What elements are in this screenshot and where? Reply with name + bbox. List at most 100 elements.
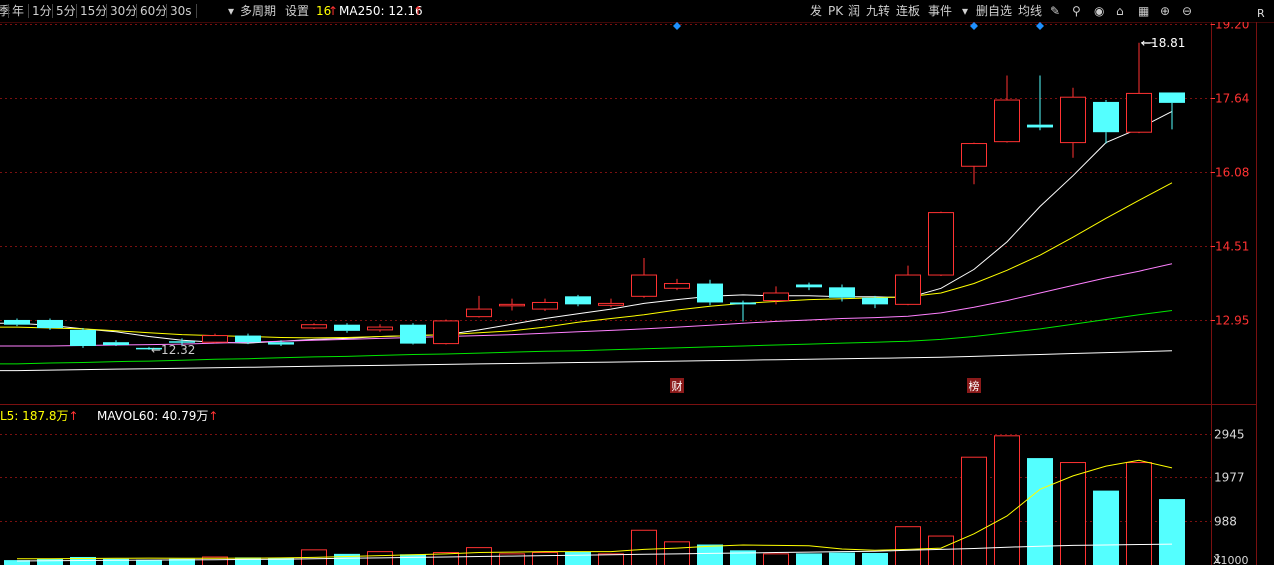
volume-bar-26[interactable]: [862, 552, 888, 565]
candle-20[interactable]: [664, 278, 690, 291]
multi-period-button[interactable]: 多周期: [240, 3, 276, 19]
volume-bar-25[interactable]: [829, 552, 855, 565]
remove-watchlist-button[interactable]: 删自选: [976, 3, 1012, 19]
volume-bar-16[interactable]: [532, 552, 558, 565]
volume-bars[interactable]: [4, 435, 1185, 565]
volume-bar-24[interactable]: [796, 553, 822, 565]
price-tick-label: 17.64: [1215, 92, 1249, 106]
ma10-line: [0, 182, 1173, 339]
period-tab-7[interactable]: 30s: [170, 3, 192, 19]
candle-body: [1126, 92, 1152, 133]
candle-body: [202, 335, 228, 343]
mavol60-value: MAVOL60: 40.79万: [97, 409, 209, 423]
volume-tick-label: 988: [1214, 515, 1237, 529]
volume-bar-18[interactable]: [598, 553, 624, 565]
multi-period-dropdown-icon[interactable]: ▾: [228, 3, 234, 19]
event-tag-label: 榜: [969, 379, 980, 393]
right-tool-2[interactable]: 润: [848, 3, 860, 19]
candle-19[interactable]: [631, 258, 657, 298]
lock-icon[interactable]: ⌂: [1116, 3, 1124, 19]
volume-bar-19[interactable]: [631, 529, 657, 565]
candle-29[interactable]: [961, 142, 987, 185]
candle-body: [1093, 101, 1119, 133]
volume-bar-21[interactable]: [697, 544, 723, 565]
zoom-in-icon[interactable]: ⊕: [1160, 3, 1170, 19]
price-tick-label: 16.08: [1215, 166, 1249, 180]
volume-bar-12[interactable]: [400, 554, 426, 565]
volume-bar-31[interactable]: [1027, 458, 1053, 565]
eye-icon[interactable]: ◉: [1094, 3, 1104, 19]
candle-body: [103, 342, 129, 346]
right-tool-0[interactable]: 发: [810, 3, 822, 19]
volume-bar-35[interactable]: [1159, 499, 1185, 565]
candle-10[interactable]: [334, 323, 360, 333]
mavol5-value: L5: 187.8万: [0, 409, 69, 423]
period-tab-6[interactable]: 60分: [140, 3, 167, 19]
candle-35[interactable]: [1159, 92, 1185, 130]
candle-12[interactable]: [400, 323, 426, 345]
candle-16[interactable]: [532, 298, 558, 311]
candle-30[interactable]: [994, 75, 1020, 143]
candle-32[interactable]: [1060, 87, 1086, 158]
period-tab-4[interactable]: 15分: [80, 3, 107, 19]
price-tick-label: 14.51: [1215, 240, 1249, 254]
volume-bar-17[interactable]: [565, 551, 591, 565]
right-tool-5[interactable]: 事件: [928, 3, 952, 19]
candle-15[interactable]: [499, 298, 525, 311]
candle-0[interactable]: [4, 318, 30, 327]
volume-bar-33[interactable]: [1093, 490, 1119, 565]
period-tab-3[interactable]: 5分: [56, 3, 76, 19]
event-marker-icon[interactable]: [1036, 22, 1044, 30]
right-tool-1[interactable]: PK: [828, 3, 843, 19]
candle-33[interactable]: [1093, 100, 1119, 144]
layout-icon[interactable]: ▦: [1138, 3, 1149, 19]
right-tool-3[interactable]: 九转: [866, 3, 890, 19]
ma-settings-button[interactable]: 均线: [1018, 3, 1042, 19]
volume-bar-10[interactable]: [334, 553, 360, 565]
candle-31[interactable]: [1027, 75, 1053, 131]
event-dropdown-icon[interactable]: ▾: [962, 3, 968, 19]
stock-chart[interactable]: 19.2017.6416.0814.5112.95294519779881X10…: [0, 0, 1274, 565]
candle-body: [796, 284, 822, 288]
toolbar-separator: [8, 4, 9, 18]
candle-27[interactable]: [895, 265, 921, 306]
candle-6[interactable]: [202, 333, 228, 344]
candle-11[interactable]: [367, 324, 393, 332]
volume-bar-28[interactable]: [928, 535, 954, 565]
draw-icon[interactable]: ✎: [1050, 3, 1060, 19]
volume-bar-32[interactable]: [1060, 462, 1086, 565]
candle-body: [565, 296, 591, 305]
volume-bar-23[interactable]: [763, 553, 789, 565]
period-tab-1[interactable]: 年: [12, 3, 24, 19]
volume-bar-1[interactable]: [37, 558, 63, 565]
candle-18[interactable]: [598, 298, 624, 308]
candle-22[interactable]: [730, 300, 756, 322]
period-tab-2[interactable]: 1分: [32, 3, 52, 19]
volume-bar-27[interactable]: [895, 526, 921, 565]
candle-body: [301, 324, 327, 329]
candle-2[interactable]: [70, 328, 96, 348]
candle-28[interactable]: [928, 211, 954, 276]
event-marker-icon[interactable]: [970, 22, 978, 30]
candle-14[interactable]: [466, 295, 492, 318]
volume-bar-30[interactable]: [994, 435, 1020, 565]
event-marker-icon[interactable]: [673, 22, 681, 30]
candle-body: [1027, 124, 1053, 128]
volume-bar-3[interactable]: [103, 558, 129, 565]
settings-icon[interactable]: ⚲: [1072, 3, 1081, 19]
candlesticks[interactable]: [4, 42, 1185, 350]
volume-bar-34[interactable]: [1126, 462, 1152, 565]
candle-body: [37, 319, 63, 329]
candle-body: [697, 283, 723, 303]
zoom-out-icon[interactable]: ⊖: [1182, 3, 1192, 19]
candle-9[interactable]: [301, 323, 327, 329]
settings-button[interactable]: 设置: [285, 3, 309, 19]
candle-body: [862, 297, 888, 305]
candle-34[interactable]: [1126, 42, 1152, 134]
candle-24[interactable]: [796, 282, 822, 291]
candle-13[interactable]: [433, 319, 459, 345]
candle-17[interactable]: [565, 294, 591, 307]
candle-21[interactable]: [697, 279, 723, 306]
right-tool-4[interactable]: 连板: [896, 3, 920, 19]
period-tab-5[interactable]: 30分: [110, 3, 137, 19]
